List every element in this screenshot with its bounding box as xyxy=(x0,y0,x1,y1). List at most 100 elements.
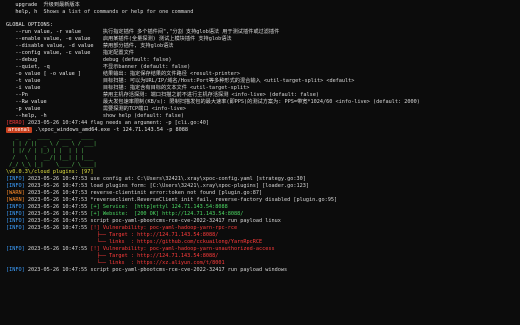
option-desc: 执行指定插件 多个插件间","分割 支持glob语法 用于测试插件或过滤插件 xyxy=(102,28,280,35)
option-row: --config value, -c value 指定配置文件 xyxy=(6,50,134,57)
option-row: --Pn 禁用主机存活探测: 端口扫描之前不进行主机存活探测 <info-liv… xyxy=(6,92,319,99)
log-level: [INFO] xyxy=(6,266,28,273)
option-desc: 启用某插件(全量探测) 测试上模块插件 支持glob语法 xyxy=(102,35,232,42)
log-time: 2023-05-26 10:47:53 xyxy=(27,196,91,203)
log-line: [INFO] 2023-05-26 10:47:55 script poc-ya… xyxy=(6,218,281,225)
log-text: └── links : https://xz.aliyun.com/t/8001 xyxy=(6,259,225,266)
command-prompt: arsenal .\xpoc_windows_amd64.exe -t 124.… xyxy=(6,126,188,134)
banner-art-line: | |/ / | |_) | | | | | xyxy=(6,148,97,155)
log-level: [WARN] xyxy=(6,196,28,203)
log-text: script poc-yaml-pbootcms-rce-cve-2022-32… xyxy=(90,266,288,273)
option-flag: --config value, -c value xyxy=(6,49,103,56)
terminal-window[interactable]: upgrade 升级到最新版本 help, h Shows a list of … xyxy=(0,0,520,325)
option-desc: 需要探测的TCP端口 <info-live> xyxy=(102,105,186,112)
option-flag: --debug xyxy=(6,56,103,63)
option-flag: --Rw value xyxy=(6,98,103,105)
log-level: [INFO] xyxy=(6,203,28,210)
command-name: help, h xyxy=(6,9,44,15)
log-text: [+] Website: [200 OK] http://124.71.143.… xyxy=(90,210,244,217)
log-time: 2023-05-26 10:47:55 xyxy=(27,210,91,217)
log-line: [INFO] 2023-05-26 10:47:53 load plugins … xyxy=(6,183,309,190)
option-row: --quiet, -q 不显示banner (default: false) xyxy=(6,64,190,71)
option-flag: --disable value, -d value xyxy=(6,42,103,49)
log-text: reverse-clientinit error:token not found… xyxy=(90,189,263,196)
log-level: [INFO] xyxy=(6,224,28,231)
log-text: *reverseclient.ReverseClient init fail, … xyxy=(90,196,338,203)
option-flag: -i value xyxy=(6,84,103,91)
option-row: --run value, -r value 执行指定插件 多个插件间","分割 … xyxy=(6,29,279,36)
option-flag: -o value [ -o value ] xyxy=(6,70,103,77)
banner-art-line: /_/ \_\ |_| \____/ \____| xyxy=(6,161,97,169)
log-message: 2023-05-26 10:47:44 flag needs an argume… xyxy=(27,119,210,126)
log-line: └── links : https://github.com/cckuailon… xyxy=(6,239,263,246)
log-line: [INFO] 2023-05-26 10:47:53 use config at… xyxy=(6,176,306,183)
log-line: [INFO] 2023-05-26 10:47:55 [+] Website: … xyxy=(6,211,243,218)
log-line: [INFO] 2023-05-26 10:47:55 script poc-ya… xyxy=(6,267,287,274)
option-flag: -t value xyxy=(6,77,103,84)
log-time: 2023-05-26 10:47:55 xyxy=(27,203,91,210)
version-line: \v0.0.3\/cloud plugins: [97] xyxy=(6,169,93,176)
log-level: [INFO] xyxy=(6,182,28,189)
command-name: upgrade xyxy=(6,2,44,8)
option-desc: 指定配置文件 xyxy=(102,49,134,56)
banner-text: | | / || _ \ / __ \ / ___| xyxy=(6,140,97,147)
log-line: ├── Target : http://124.71.143.54:8088/ xyxy=(6,252,219,260)
log-text: [+] Service: [http]ettyl 124.71.143.54:8… xyxy=(90,203,228,210)
help-command-row: help, h Shows a list of commands or help… xyxy=(6,9,193,16)
log-time: 2023-05-26 10:47:55 xyxy=(27,266,91,273)
option-desc: debug (default: false) xyxy=(102,56,172,63)
option-row: -p value 需要探测的TCP端口 <info-live> xyxy=(6,106,186,113)
version-text: \v0.0.3\/cloud plugins: [97] xyxy=(6,168,94,175)
option-flag: --Pn xyxy=(6,91,103,98)
log-level: [INFO] xyxy=(6,175,28,182)
option-flag: --run value, -r value xyxy=(6,28,103,35)
prompt-badge: arsenal xyxy=(6,126,32,134)
option-desc: 目标扫描: 可以为URL/IP/域名/Host:Port等多种形式的混合输入 <… xyxy=(102,77,355,84)
log-time: 2023-05-26 10:47:55 xyxy=(27,245,91,252)
log-text: [!] Vulnerability: poc-yaml-hadoop-yarn-… xyxy=(90,224,238,231)
option-row: -o value [ -o value ] 结果输出: 指定保存结果的文件路径 … xyxy=(6,71,240,78)
command-desc: Shows a list of commands or help for one… xyxy=(43,9,194,15)
option-desc: show help (default: false) xyxy=(102,112,185,119)
banner-art-line: _ _ ____ ____ ____ xyxy=(6,134,97,141)
option-desc: 目标扫描: 指定含有目标的文本文件 <util-target-split> xyxy=(102,84,250,91)
banner-text: | |/ / | |_) | | | | | xyxy=(6,147,97,154)
log-level: [INFO] xyxy=(6,217,28,224)
banner-text: _ _ ____ ____ ____ xyxy=(6,133,97,140)
global-options-header: GLOBAL OPTIONS: xyxy=(6,22,53,29)
help-command-row: upgrade 升级到最新版本 xyxy=(6,2,80,9)
log-time: 2023-05-26 10:47:53 xyxy=(27,189,91,196)
banner-art-line: / \ | __/| |__| | |___ xyxy=(6,155,97,162)
option-desc: 最大发包速率限制(KB/s): 限制扫描发包的最大速率(即PPS)的测试方案为:… xyxy=(102,98,420,105)
prompt-command[interactable]: .\xpoc_windows_amd64.exe -t 124.71.143.5… xyxy=(32,127,188,133)
option-flag: --quiet, -q xyxy=(6,63,103,70)
option-row: -t value 目标扫描: 可以为URL/IP/域名/Host:Port等多种… xyxy=(6,78,354,85)
option-desc: 禁用主机存活探测: 端口扫描之前不进行主机存活探测 <info-live> (d… xyxy=(102,91,319,98)
option-row: --disable value, -d value 禁用部分插件, 支持glob… xyxy=(6,43,173,50)
option-flag: --enable value, -e value xyxy=(6,35,103,42)
option-row: -i value 目标扫描: 指定含有目标的文本文件 <util-target-… xyxy=(6,85,249,92)
option-row: --debug debug (default: false) xyxy=(6,56,172,64)
option-desc: 结果输出: 指定保存结果的文件路径 <result-printer> xyxy=(102,70,240,77)
log-line: ├── Target : http://124.71.143.54:8088/ xyxy=(6,232,219,239)
log-line: [WARN] 2023-05-26 10:47:53 reverse-clien… xyxy=(6,190,262,197)
banner-text: /_/ \_\ |_| \____/ \____| xyxy=(6,161,97,168)
log-text: [!] Vulnerability: poc-yaml-hadoop-yarn-… xyxy=(90,245,275,252)
log-level: [INFO] xyxy=(6,210,28,217)
banner-text: / \ | __/| |__| | |___ xyxy=(6,154,97,161)
command-desc: 升级到最新版本 xyxy=(43,2,80,8)
log-line: [INFO] 2023-05-26 10:47:55 [!] Vulnerabi… xyxy=(6,225,237,232)
option-flag: -p value xyxy=(6,105,103,112)
log-text: load plugins form: [C:\Users\32421\.xray… xyxy=(90,182,309,189)
option-desc: 不显示banner (default: false) xyxy=(102,63,191,70)
section-title: GLOBAL OPTIONS: xyxy=(6,21,53,28)
log-text: ├── Target : http://124.71.143.54:8088/ xyxy=(6,252,219,259)
log-line: [WARN] 2023-05-26 10:47:53 *reverseclien… xyxy=(6,197,337,204)
option-row: --Rw value 最大发包速率限制(KB/s): 限制扫描发包的最大速率(即… xyxy=(6,99,420,106)
option-desc: 禁用部分插件, 支持glob语法 xyxy=(102,42,174,49)
log-text: use config at: C:\Users\32421\.xray\xpoc… xyxy=(90,175,306,182)
log-level: [INFO] xyxy=(6,245,28,252)
banner-art-line: | | / || _ \ / __ \ / ___| xyxy=(6,140,97,148)
log-level: [ERRO] xyxy=(6,119,28,126)
log-time: 2023-05-26 10:47:55 xyxy=(27,217,91,224)
